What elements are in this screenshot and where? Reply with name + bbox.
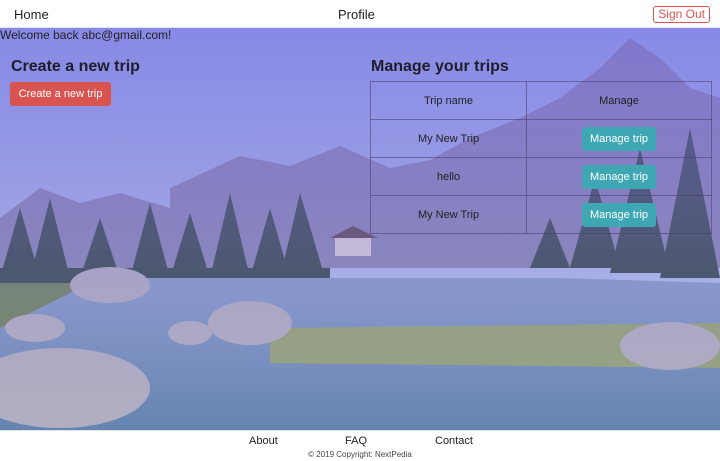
table-row: My New Trip Manage trip [370,119,712,158]
manage-trips-heading: Manage your trips [371,58,509,75]
table-header-row: Trip name Manage [370,81,712,120]
nav-profile-link[interactable]: Profile [338,7,375,22]
copyright-text: © 2019 Copyright: NextPedia [308,450,412,459]
trip-name-cell: My New Trip [370,195,527,234]
create-trip-heading: Create a new trip [11,58,140,75]
column-header-manage: Manage [526,81,712,120]
trip-name-cell: hello [370,157,527,196]
trip-name-cell: My New Trip [370,119,527,158]
manage-trip-button[interactable]: Manage trip [582,164,656,189]
table-row: My New Trip Manage trip [370,195,712,234]
manage-cell: Manage trip [526,119,712,158]
sign-out-button[interactable]: Sign Out [653,6,710,23]
manage-cell: Manage trip [526,157,712,196]
trips-table: Trip name Manage My New Trip Manage trip… [370,81,712,234]
manage-trip-button[interactable]: Manage trip [582,126,656,151]
footer-contact-link[interactable]: Contact [435,435,473,447]
footer-faq-link[interactable]: FAQ [345,435,367,447]
nav-home-link[interactable]: Home [14,7,49,22]
footer: About FAQ Contact © 2019 Copyright: Next… [0,430,720,461]
top-navbar: Home Profile Sign Out [0,0,720,28]
footer-about-link[interactable]: About [249,435,278,447]
table-row: hello Manage trip [370,157,712,196]
manage-cell: Manage trip [526,195,712,234]
create-trip-button[interactable]: Create a new trip [10,82,111,106]
column-header-trip-name: Trip name [370,81,527,120]
manage-trip-button[interactable]: Manage trip [582,202,656,227]
welcome-message: Welcome back abc@gmail.com! [0,28,172,42]
background-landscape: Welcome back abc@gmail.com! Create a new… [0,28,720,430]
